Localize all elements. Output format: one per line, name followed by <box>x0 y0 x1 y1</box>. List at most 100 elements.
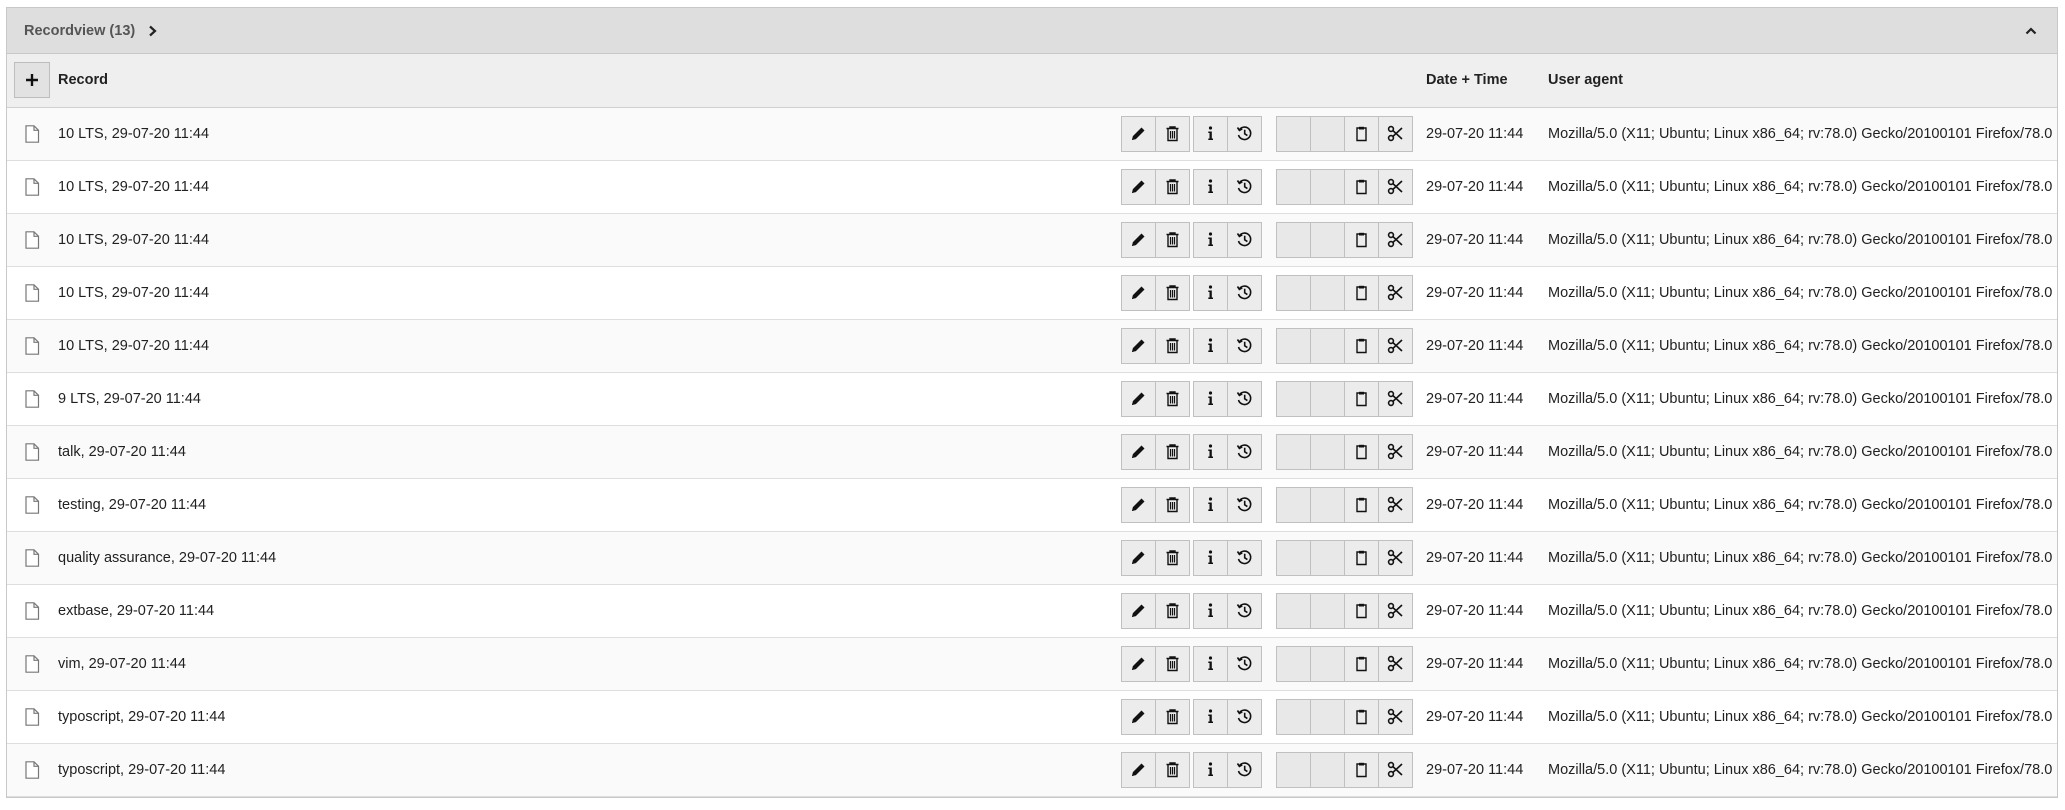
cut-button[interactable] <box>1378 751 1413 788</box>
blank-button[interactable] <box>1310 168 1345 205</box>
clipboard-button[interactable] <box>1344 115 1379 152</box>
history-button[interactable] <box>1227 433 1262 470</box>
history-button[interactable] <box>1227 380 1262 417</box>
edit-button[interactable] <box>1121 327 1156 364</box>
edit-button[interactable] <box>1121 645 1156 682</box>
clipboard-button[interactable] <box>1344 539 1379 576</box>
history-button[interactable] <box>1227 486 1262 523</box>
clipboard-button[interactable] <box>1344 592 1379 629</box>
delete-button[interactable] <box>1155 380 1190 417</box>
delete-button[interactable] <box>1155 751 1190 788</box>
history-button[interactable] <box>1227 221 1262 258</box>
info-button[interactable] <box>1193 751 1228 788</box>
document-icon[interactable] <box>24 336 40 355</box>
document-icon[interactable] <box>24 601 40 620</box>
clipboard-button[interactable] <box>1344 274 1379 311</box>
cut-button[interactable] <box>1378 592 1413 629</box>
record-title[interactable]: 10 LTS, 29-07-20 11:44 <box>58 266 1121 320</box>
edit-button[interactable] <box>1121 486 1156 523</box>
clipboard-button[interactable] <box>1344 698 1379 735</box>
cut-button[interactable] <box>1378 274 1413 311</box>
info-button[interactable] <box>1193 221 1228 258</box>
document-icon[interactable] <box>24 654 40 673</box>
blank-button[interactable] <box>1276 327 1311 364</box>
cut-button[interactable] <box>1378 115 1413 152</box>
clipboard-button[interactable] <box>1344 751 1379 788</box>
blank-button[interactable] <box>1276 433 1311 470</box>
record-title[interactable]: 10 LTS, 29-07-20 11:44 <box>58 160 1121 214</box>
cut-button[interactable] <box>1378 221 1413 258</box>
edit-button[interactable] <box>1121 168 1156 205</box>
delete-button[interactable] <box>1155 327 1190 364</box>
edit-button[interactable] <box>1121 433 1156 470</box>
record-title[interactable]: extbase, 29-07-20 11:44 <box>58 584 1121 638</box>
history-button[interactable] <box>1227 645 1262 682</box>
clipboard-button[interactable] <box>1344 433 1379 470</box>
info-button[interactable] <box>1193 168 1228 205</box>
blank-button[interactable] <box>1310 115 1345 152</box>
document-icon[interactable] <box>24 230 40 249</box>
clipboard-button[interactable] <box>1344 645 1379 682</box>
document-icon[interactable] <box>24 389 40 408</box>
info-button[interactable] <box>1193 115 1228 152</box>
clipboard-button[interactable] <box>1344 168 1379 205</box>
add-record-button[interactable] <box>14 62 50 99</box>
info-button[interactable] <box>1193 433 1228 470</box>
document-icon[interactable] <box>24 760 40 779</box>
delete-button[interactable] <box>1155 221 1190 258</box>
record-title[interactable]: quality assurance, 29-07-20 11:44 <box>58 531 1121 585</box>
document-icon[interactable] <box>24 177 40 196</box>
record-title[interactable]: talk, 29-07-20 11:44 <box>58 425 1121 479</box>
blank-button[interactable] <box>1276 698 1311 735</box>
blank-button[interactable] <box>1276 751 1311 788</box>
blank-button[interactable] <box>1310 274 1345 311</box>
info-button[interactable] <box>1193 274 1228 311</box>
document-icon[interactable] <box>24 124 40 143</box>
edit-button[interactable] <box>1121 380 1156 417</box>
cut-button[interactable] <box>1378 168 1413 205</box>
info-button[interactable] <box>1193 592 1228 629</box>
record-title[interactable]: testing, 29-07-20 11:44 <box>58 478 1121 532</box>
record-title[interactable]: vim, 29-07-20 11:44 <box>58 637 1121 691</box>
info-button[interactable] <box>1193 645 1228 682</box>
cut-button[interactable] <box>1378 645 1413 682</box>
history-button[interactable] <box>1227 115 1262 152</box>
cut-button[interactable] <box>1378 539 1413 576</box>
clipboard-button[interactable] <box>1344 221 1379 258</box>
history-button[interactable] <box>1227 168 1262 205</box>
delete-button[interactable] <box>1155 539 1190 576</box>
history-button[interactable] <box>1227 539 1262 576</box>
edit-button[interactable] <box>1121 592 1156 629</box>
header-datetime[interactable]: Date + Time <box>1426 54 1538 108</box>
chevron-up-icon[interactable] <box>2023 23 2039 39</box>
edit-button[interactable] <box>1121 115 1156 152</box>
record-title[interactable]: 9 LTS, 29-07-20 11:44 <box>58 372 1121 426</box>
delete-button[interactable] <box>1155 486 1190 523</box>
panel-title[interactable]: Recordview (13) <box>24 23 158 39</box>
document-icon[interactable] <box>24 495 40 514</box>
delete-button[interactable] <box>1155 645 1190 682</box>
header-record[interactable]: Record <box>58 54 1121 108</box>
record-title[interactable]: typoscript, 29-07-20 11:44 <box>58 690 1121 744</box>
panel-heading[interactable]: Recordview (13) <box>7 8 2057 54</box>
blank-button[interactable] <box>1276 592 1311 629</box>
delete-button[interactable] <box>1155 115 1190 152</box>
blank-button[interactable] <box>1310 539 1345 576</box>
delete-button[interactable] <box>1155 168 1190 205</box>
record-title[interactable]: 10 LTS, 29-07-20 11:44 <box>58 319 1121 373</box>
info-button[interactable] <box>1193 539 1228 576</box>
edit-button[interactable] <box>1121 539 1156 576</box>
cut-button[interactable] <box>1378 327 1413 364</box>
blank-button[interactable] <box>1310 751 1345 788</box>
cut-button[interactable] <box>1378 698 1413 735</box>
blank-button[interactable] <box>1276 115 1311 152</box>
edit-button[interactable] <box>1121 274 1156 311</box>
blank-button[interactable] <box>1310 486 1345 523</box>
record-title[interactable]: 10 LTS, 29-07-20 11:44 <box>58 213 1121 267</box>
history-button[interactable] <box>1227 327 1262 364</box>
history-button[interactable] <box>1227 274 1262 311</box>
blank-button[interactable] <box>1310 592 1345 629</box>
blank-button[interactable] <box>1276 539 1311 576</box>
record-title[interactable]: typoscript, 29-07-20 11:44 <box>58 743 1121 797</box>
blank-button[interactable] <box>1276 486 1311 523</box>
